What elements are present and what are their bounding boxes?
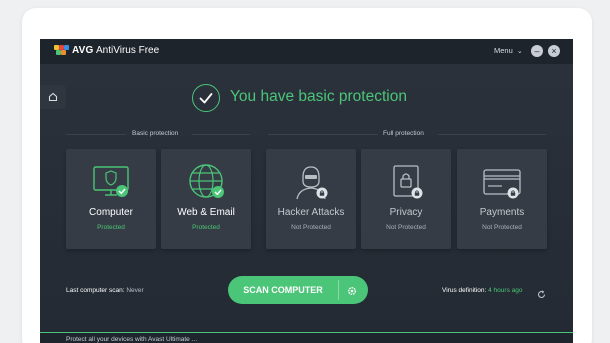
menu-button[interactable]: Menu ⌄: [494, 46, 523, 55]
home-icon: [48, 92, 58, 102]
gear-icon[interactable]: [346, 284, 358, 296]
last-scan-value: Never: [126, 287, 144, 294]
card-status: Protected: [192, 224, 220, 231]
section-divider: [66, 134, 126, 135]
card-title: Privacy: [389, 207, 423, 218]
refresh-icon[interactable]: [537, 286, 546, 299]
avg-logo-icon: [54, 45, 70, 57]
title-bar: AVG AntiVirus Free Menu ⌄ – ×: [40, 39, 573, 64]
section-divider: [438, 134, 546, 135]
last-scan-label: Last computer scan:: [66, 287, 125, 294]
brand-name: AVG: [72, 45, 94, 56]
card-title: Computer: [89, 207, 133, 218]
card-payments[interactable]: Payments Not Protected: [457, 149, 547, 249]
card-privacy[interactable]: Privacy Not Protected: [361, 149, 451, 249]
last-scan-info: Last computer scan: Never: [66, 287, 144, 294]
section-divider: [192, 134, 250, 135]
card-status: Not Protected: [386, 224, 426, 231]
scan-computer-button[interactable]: SCAN COMPUTER: [228, 276, 368, 304]
monitor-icon: [91, 163, 131, 201]
lock-icon: [386, 163, 426, 201]
card-hacker-attacks[interactable]: Hacker Attacks Not Protected: [266, 149, 356, 249]
globe-icon: [186, 163, 226, 201]
promo-text: Protect all your devices with Avast Ulti…: [66, 336, 198, 343]
card-title: Web & Email: [177, 207, 235, 218]
product-name: AntiVirus Free: [96, 45, 160, 56]
card-status: Protected: [97, 224, 125, 231]
minimize-button[interactable]: –: [531, 45, 543, 57]
virus-definition-value: 4 hours ago: [488, 287, 523, 294]
side-panel-tab[interactable]: [40, 85, 66, 109]
card-status: Not Protected: [291, 224, 331, 231]
promo-bar[interactable]: Protect all your devices with Avast Ulti…: [40, 332, 573, 343]
card-computer[interactable]: Computer Protected: [66, 149, 156, 249]
card-title: Hacker Attacks: [277, 207, 345, 218]
card-status: Not Protected: [482, 224, 522, 231]
basic-protection-label: Basic protection: [132, 130, 179, 137]
scan-button-label: SCAN COMPUTER: [243, 285, 323, 295]
chevron-down-icon: ⌄: [516, 48, 523, 55]
status-check-icon: [192, 84, 220, 112]
protection-status-title: You have basic protection: [230, 88, 407, 105]
credit-card-icon: [482, 163, 522, 201]
button-divider: [338, 280, 339, 300]
hacker-icon: [291, 163, 331, 201]
virus-definition-info: Virus definition: 4 hours ago: [442, 287, 522, 294]
section-divider: [268, 134, 378, 135]
full-protection-label: Full protection: [383, 130, 424, 137]
virus-definition-label: Virus definition:: [442, 287, 487, 294]
card-title: Payments: [479, 207, 525, 218]
avg-app-window: AVG AntiVirus Free Menu ⌄ – × You have b…: [40, 39, 573, 343]
menu-label: Menu: [494, 46, 513, 55]
card-web-email[interactable]: Web & Email Protected: [161, 149, 251, 249]
close-button[interactable]: ×: [548, 45, 560, 57]
